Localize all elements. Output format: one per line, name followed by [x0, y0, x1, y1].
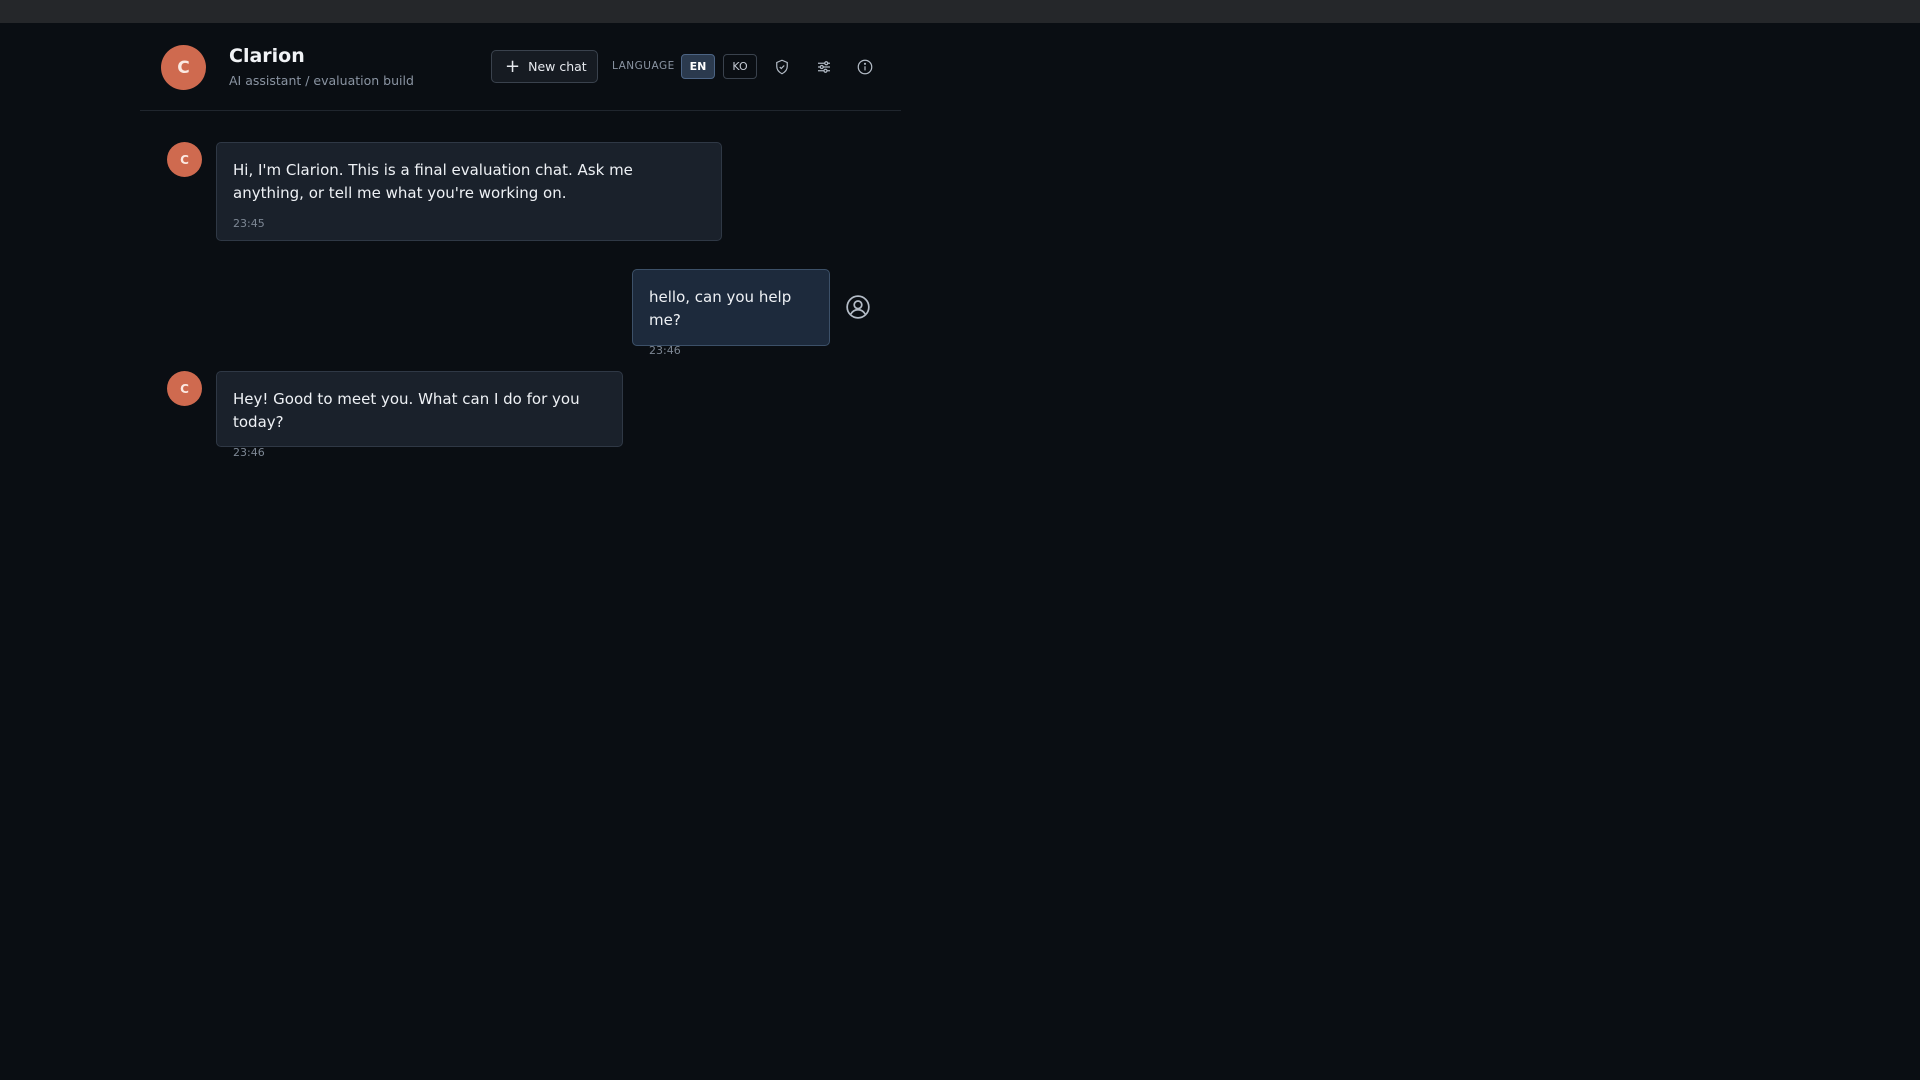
assistant-message-avatar: C	[167, 142, 202, 177]
user-avatar-icon	[845, 294, 871, 320]
window-top-bar	[0, 0, 1920, 23]
message-text: Hey! Good to meet you. What can I do for…	[233, 390, 580, 431]
language-en-button[interactable]: EN	[681, 54, 715, 79]
assistant-subtitle: AI assistant / evaluation build	[229, 73, 414, 88]
sliders-icon[interactable]	[813, 56, 835, 78]
assistant-message-avatar: C	[167, 371, 202, 406]
message-text: Hi, I'm Clarion. This is a final evaluat…	[233, 161, 633, 202]
message-text: hello, can you help me?	[649, 288, 792, 329]
message-timestamp: 23:46	[233, 446, 265, 459]
message-timestamp: 23:45	[233, 217, 265, 230]
new-chat-label: New chat	[528, 59, 587, 74]
new-chat-button[interactable]: + New chat	[491, 50, 598, 83]
plus-icon: +	[505, 55, 521, 77]
language-ko-button[interactable]: KO	[723, 54, 757, 79]
info-icon[interactable]	[854, 56, 876, 78]
user-message-bubble: hello, can you help me? 23:46	[632, 269, 830, 357]
shield-icon[interactable]	[771, 56, 793, 78]
assistant-name: Clarion	[229, 45, 305, 67]
assistant-message-bubble: Hey! Good to meet you. What can I do for…	[216, 371, 623, 459]
assistant-message-bubble: Hi, I'm Clarion. This is a final evaluat…	[216, 142, 722, 241]
chat-app: C Clarion AI assistant / evaluation buil…	[140, 23, 901, 1080]
message-timestamp: 23:46	[649, 344, 681, 357]
chat-header: C Clarion AI assistant / evaluation buil…	[140, 23, 901, 111]
language-label: LANGUAGE	[612, 60, 675, 72]
assistant-avatar: C	[161, 45, 206, 90]
